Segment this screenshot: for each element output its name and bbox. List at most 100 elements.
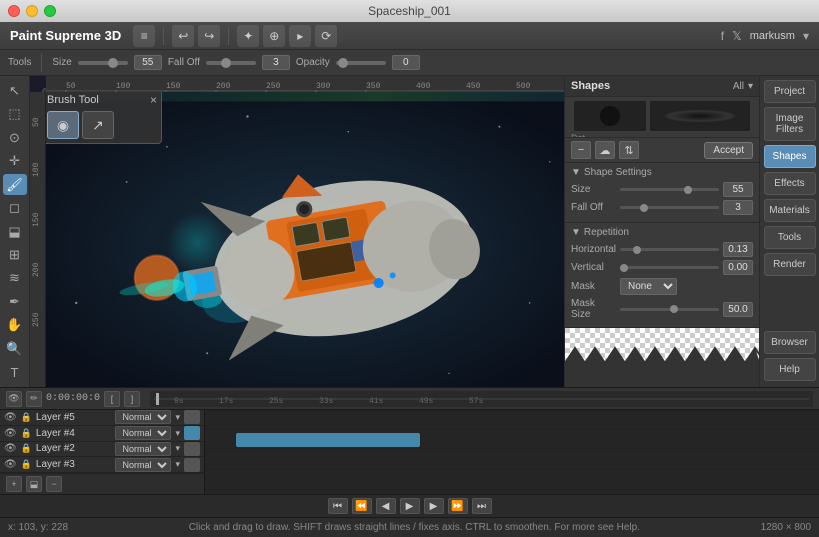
brush-sphere-button[interactable]: ◉ bbox=[47, 111, 79, 139]
horizontal-thumb[interactable] bbox=[633, 246, 641, 254]
mask-select[interactable]: None Linear Radial bbox=[620, 278, 677, 295]
track-icon-button[interactable]: ⬓ bbox=[26, 476, 42, 492]
tool-eraser[interactable]: ◻ bbox=[3, 197, 27, 218]
track-mode-arrow-layer5[interactable]: ▾ bbox=[175, 412, 180, 423]
track-thumb-layer5[interactable] bbox=[184, 410, 200, 424]
brush-panel-close-button[interactable]: × bbox=[150, 93, 157, 107]
accept-button[interactable]: Accept bbox=[704, 142, 753, 159]
timeline-edit-button[interactable]: ✏ bbox=[26, 391, 42, 407]
tool-move[interactable]: ✛ bbox=[3, 150, 27, 171]
track-vis-layer3[interactable]: 👁 bbox=[4, 459, 17, 470]
track-vis-layer5[interactable]: 👁 bbox=[4, 412, 17, 423]
size-value[interactable] bbox=[134, 55, 162, 70]
tool-fill[interactable]: ⬓ bbox=[3, 221, 27, 242]
refresh-button[interactable]: ⟳ bbox=[315, 25, 337, 47]
maximize-button[interactable] bbox=[44, 5, 56, 17]
track-thumb-layer2[interactable] bbox=[184, 442, 200, 456]
tab-project[interactable]: Project bbox=[764, 80, 816, 103]
facebook-icon[interactable]: f bbox=[721, 29, 724, 43]
vertical-thumb[interactable] bbox=[620, 264, 628, 272]
remove-track-button[interactable]: − bbox=[46, 476, 62, 492]
skip-start-button[interactable]: ⏮ bbox=[328, 498, 348, 514]
shapes-filter-arrow[interactable]: ▾ bbox=[748, 81, 753, 92]
tool-hand[interactable]: ✋ bbox=[3, 315, 27, 336]
plus-tool-button[interactable]: ⊕ bbox=[263, 25, 285, 47]
size-setting-thumb[interactable] bbox=[684, 186, 692, 194]
falloff-setting-value[interactable] bbox=[723, 200, 753, 215]
size-slider-thumb[interactable] bbox=[108, 58, 118, 68]
tab-image-filters[interactable]: Image Filters bbox=[764, 107, 816, 141]
step-back-button[interactable]: ⏪ bbox=[352, 498, 372, 514]
shapes-minus-button[interactable]: − bbox=[571, 141, 591, 159]
tab-tools[interactable]: Tools bbox=[764, 226, 816, 249]
track-lock-layer3[interactable]: 🔒 bbox=[21, 459, 32, 470]
track-thumb-layer4[interactable] bbox=[184, 426, 200, 440]
tab-browser[interactable]: Browser bbox=[764, 331, 816, 354]
track-mode-arrow-layer4[interactable]: ▾ bbox=[175, 428, 180, 439]
track-mode-arrow-layer3[interactable]: ▾ bbox=[175, 459, 180, 470]
size-setting-value[interactable] bbox=[723, 182, 753, 197]
brush-arrow-button[interactable]: ↗ bbox=[82, 111, 114, 139]
horizontal-value[interactable] bbox=[723, 242, 753, 257]
tool-zoom[interactable]: 🔍 bbox=[3, 338, 27, 359]
star-tool-button[interactable]: ✦ bbox=[237, 25, 259, 47]
tool-clone[interactable]: ⊞ bbox=[3, 244, 27, 265]
redo-button[interactable]: ↪ bbox=[198, 25, 220, 47]
tab-help[interactable]: Help bbox=[764, 358, 816, 381]
track-vis-layer2[interactable]: 👁 bbox=[4, 443, 17, 454]
vertical-slider[interactable] bbox=[620, 266, 719, 269]
timeline-eye-button[interactable]: 👁 bbox=[6, 391, 22, 407]
horizontal-slider[interactable] bbox=[620, 248, 719, 251]
shapes-share-button[interactable]: ⇅ bbox=[619, 141, 639, 159]
add-track-button[interactable]: + bbox=[6, 476, 22, 492]
skip-end-button[interactable]: ⏭ bbox=[472, 498, 492, 514]
username-label[interactable]: markusm bbox=[750, 30, 795, 42]
menu-icon[interactable]: ≡ bbox=[133, 25, 155, 47]
track-lock-layer4[interactable]: 🔒 bbox=[21, 428, 32, 439]
shape-dot-preview[interactable] bbox=[600, 106, 620, 126]
tab-materials[interactable]: Materials bbox=[764, 199, 816, 222]
track-mode-layer2[interactable]: Normal bbox=[115, 442, 171, 456]
tool-text[interactable]: T bbox=[3, 362, 27, 383]
falloff-setting-slider[interactable] bbox=[620, 206, 719, 209]
track-vis-layer4[interactable]: 👁 bbox=[4, 428, 17, 439]
size-setting-slider[interactable] bbox=[620, 188, 719, 191]
size-slider[interactable] bbox=[78, 61, 128, 65]
track-bar-layer4[interactable] bbox=[236, 433, 420, 447]
canvas-area[interactable]: 50 100 150 200 250 300 350 400 450 500 5… bbox=[30, 76, 564, 387]
step-forward-button[interactable]: ⏩ bbox=[448, 498, 468, 514]
opacity-slider[interactable] bbox=[336, 61, 386, 65]
tab-render[interactable]: Render bbox=[764, 253, 816, 276]
close-button[interactable] bbox=[8, 5, 20, 17]
shapes-cloud-button[interactable]: ☁ bbox=[595, 141, 615, 159]
undo-button[interactable]: ↩ bbox=[172, 25, 194, 47]
track-mode-layer3[interactable]: Normal bbox=[115, 458, 171, 472]
next-frame-button[interactable]: ▶ bbox=[424, 498, 444, 514]
track-lock-layer5[interactable]: 🔒 bbox=[21, 412, 32, 423]
track-mode-arrow-layer2[interactable]: ▾ bbox=[175, 443, 180, 454]
falloff-slider[interactable] bbox=[206, 61, 256, 65]
mask-size-value[interactable] bbox=[723, 302, 753, 317]
timeline-bracket-right[interactable]: ] bbox=[124, 391, 140, 407]
track-lock-layer2[interactable]: 🔒 bbox=[21, 443, 32, 454]
mask-size-thumb[interactable] bbox=[670, 305, 678, 313]
repetition-collapse-icon[interactable]: ▼ bbox=[571, 227, 581, 238]
tool-eyedrop[interactable]: ✒ bbox=[3, 291, 27, 312]
track-thumb-layer3[interactable] bbox=[184, 458, 200, 472]
collapse-icon[interactable]: ▼ bbox=[571, 167, 581, 178]
tab-shapes[interactable]: Shapes bbox=[764, 145, 816, 168]
tool-lasso[interactable]: ⊙ bbox=[3, 127, 27, 148]
opacity-value[interactable] bbox=[392, 55, 420, 70]
vertical-value[interactable] bbox=[723, 260, 753, 275]
tool-brush[interactable]: 🖌 bbox=[3, 174, 27, 195]
falloff-setting-thumb[interactable] bbox=[640, 204, 648, 212]
track-mode-layer5[interactable]: Normal bbox=[115, 410, 171, 424]
tool-pointer[interactable]: ↖ bbox=[3, 80, 27, 101]
falloff-slider-thumb[interactable] bbox=[221, 58, 231, 68]
play-button[interactable]: ▸ bbox=[289, 25, 311, 47]
falloff-value[interactable] bbox=[262, 55, 290, 70]
dropdown-icon[interactable]: ▾ bbox=[803, 29, 809, 43]
shapes-filter[interactable]: All bbox=[733, 81, 744, 92]
tool-select[interactable]: ⬚ bbox=[3, 103, 27, 124]
minimize-button[interactable] bbox=[26, 5, 38, 17]
